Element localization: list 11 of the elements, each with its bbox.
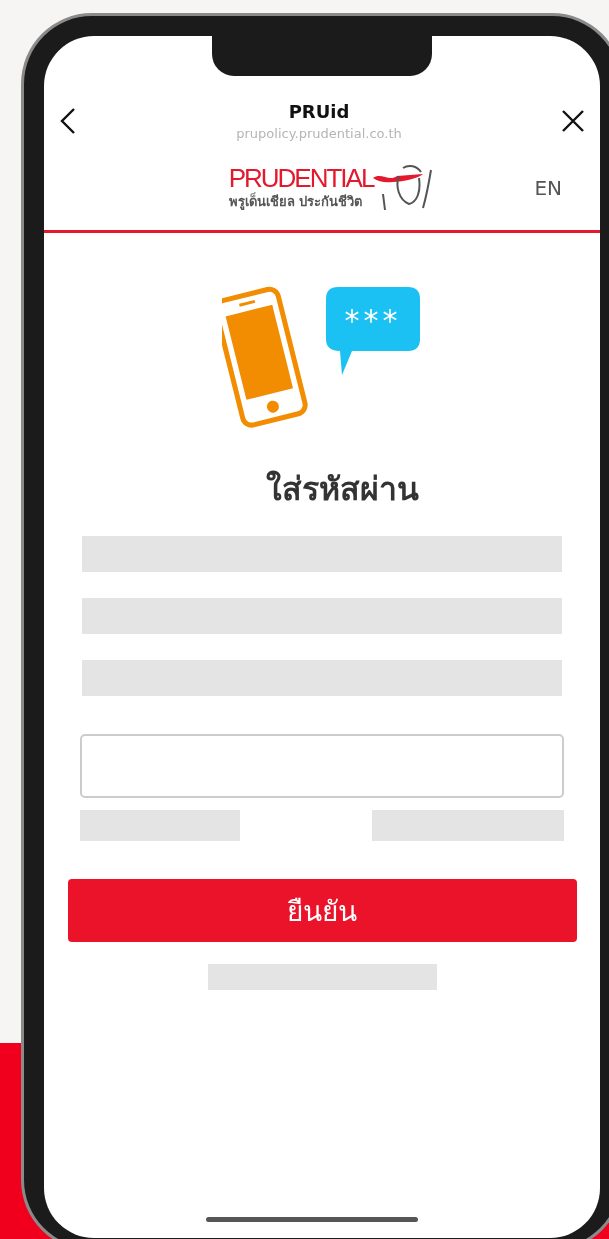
close-icon[interactable] — [562, 110, 584, 132]
logo-wordmark: PRUDENTIAL — [228, 164, 374, 191]
language-toggle[interactable]: EN — [534, 176, 562, 200]
page-title: PRUid — [287, 101, 351, 122]
heading: ใส่รหัสผ่าน — [265, 469, 419, 510]
logo-subtitle: พรูเด็นเชียล ประกันชีวิต — [228, 191, 364, 212]
masked-password-text: *** — [344, 303, 402, 338]
back-icon[interactable] — [60, 108, 76, 134]
confirm-button[interactable]: ยืนยัน — [67, 879, 577, 942]
password-field[interactable] — [80, 734, 564, 798]
page-url: prupolicy.prudential.co.th — [236, 126, 402, 141]
